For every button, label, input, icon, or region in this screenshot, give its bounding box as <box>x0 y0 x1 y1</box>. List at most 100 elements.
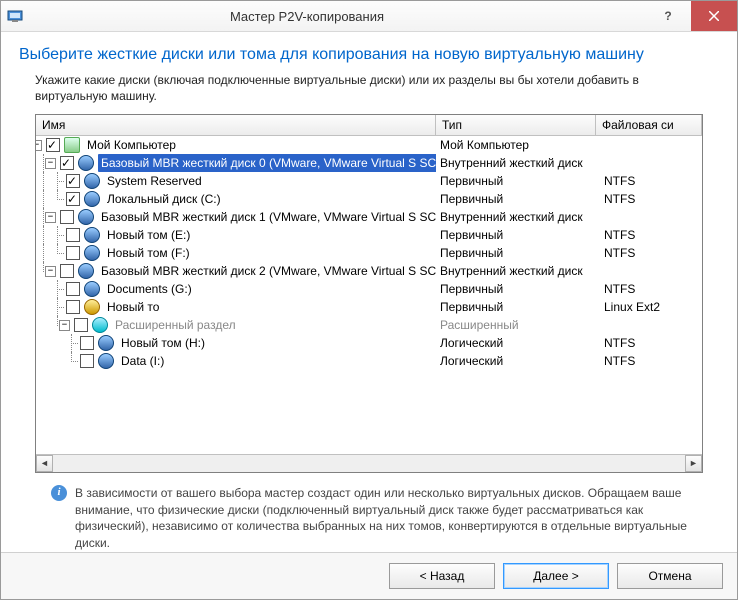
row-checkbox[interactable] <box>74 318 88 332</box>
tree-row[interactable]: −Мой КомпьютерМой Компьютер <box>36 136 702 154</box>
tree-row[interactable]: −Базовый MBR жесткий диск 2 (VMware, VMw… <box>36 262 702 280</box>
tree-connector <box>36 334 50 352</box>
next-button[interactable]: Далее > <box>503 563 609 589</box>
row-filesystem: NTFS <box>600 172 702 190</box>
tree-connector <box>36 316 50 334</box>
row-checkbox[interactable] <box>66 192 80 206</box>
scroll-right-arrow[interactable]: ► <box>685 455 702 472</box>
row-type: Логический <box>436 334 600 352</box>
tree-row[interactable]: Documents (G:) ПервичныйNTFS <box>36 280 702 298</box>
tree-connector <box>64 334 78 352</box>
window-title: Мастер P2V-копирования <box>0 9 645 24</box>
scroll-left-arrow[interactable]: ◄ <box>36 455 53 472</box>
tree-row[interactable]: − Базовый MBR жесткий диск 1 (VMware, VMw… <box>36 208 702 226</box>
row-type: Первичный <box>436 172 600 190</box>
collapse-icon[interactable]: − <box>45 158 56 169</box>
tree-row[interactable]: Новый тоПервичныйLinux Ext2 <box>36 298 702 316</box>
disk-y-icon <box>84 299 100 315</box>
cancel-button[interactable]: Отмена <box>617 563 723 589</box>
back-button[interactable]: < Назад <box>389 563 495 589</box>
close-button[interactable] <box>691 1 737 31</box>
row-checkbox[interactable] <box>66 282 80 296</box>
disk-icon <box>78 263 94 279</box>
row-type: Логический <box>436 352 600 370</box>
tree-row[interactable]: Data (I:)ЛогическийNTFS <box>36 352 702 370</box>
row-label: Documents (G:) <box>104 280 195 298</box>
col-header-name[interactable]: Имя <box>36 115 436 135</box>
row-checkbox[interactable] <box>80 354 94 368</box>
page-heading: Выберите жесткие диски или тома для копи… <box>19 46 719 64</box>
page-subtext: Укажите какие диски (включая подключенны… <box>19 72 719 104</box>
tree-connector <box>36 244 50 262</box>
row-type: Внутренний жесткий диск <box>436 208 600 226</box>
tree-connector <box>36 172 50 190</box>
grid-body[interactable]: −Мой КомпьютерМой Компьютер−Базовый MBR … <box>36 136 702 453</box>
row-label: Новый том (F:) <box>104 244 193 262</box>
collapse-icon[interactable]: − <box>45 266 56 277</box>
tree-connector <box>50 226 64 244</box>
tree-row[interactable]: −Расширенный разделРасширенный <box>36 316 702 334</box>
row-filesystem: NTFS <box>600 280 702 298</box>
info-note: i В зависимости от вашего выбора мастер … <box>35 485 703 552</box>
tree-connector <box>50 334 64 352</box>
row-filesystem: NTFS <box>600 334 702 352</box>
collapse-icon[interactable]: − <box>59 320 70 331</box>
row-type: Первичный <box>436 280 600 298</box>
tree-connector <box>36 280 50 298</box>
help-button[interactable]: ? <box>645 1 691 31</box>
tree-row[interactable]: Локальный диск (C:)ПервичныйNTFS <box>36 190 702 208</box>
row-checkbox[interactable] <box>66 228 80 242</box>
row-type: Первичный <box>436 226 600 244</box>
tree-row[interactable]: Новый том (E:)ПервичныйNTFS <box>36 226 702 244</box>
tree-connector <box>36 226 50 244</box>
disk-icon <box>84 191 100 207</box>
row-checkbox[interactable] <box>66 174 80 188</box>
row-type: Расширенный <box>436 316 600 334</box>
wizard-window: Мастер P2V-копирования ? Выберите жестки… <box>0 0 738 600</box>
disk-icon <box>78 155 94 171</box>
horizontal-scrollbar[interactable]: ◄ ► <box>36 454 702 472</box>
wizard-content: Выберите жесткие диски или тома для копи… <box>1 32 737 552</box>
row-label: Базовый MBR жесткий диск 1 (VMware, VMwa… <box>98 208 436 226</box>
tree-row[interactable]: System Reserved ПервичныйNTFS <box>36 172 702 190</box>
info-icon: i <box>51 485 67 501</box>
disk-icon <box>98 335 114 351</box>
row-checkbox[interactable] <box>80 336 94 350</box>
titlebar: Мастер P2V-копирования ? <box>1 1 737 32</box>
row-label: Мой Компьютер <box>84 136 179 154</box>
row-type: Первичный <box>436 244 600 262</box>
tree-connector <box>36 190 50 208</box>
tree-row[interactable]: − Базовый MBR жесткий диск 0 (VMware, VMw… <box>36 154 702 172</box>
tree-connector <box>64 352 78 370</box>
disk-icon <box>84 245 100 261</box>
tree-row[interactable]: Новый том (F:) ПервичныйNTFS <box>36 244 702 262</box>
row-checkbox[interactable] <box>60 156 74 170</box>
collapse-icon[interactable]: − <box>45 212 56 223</box>
disk-icon <box>84 227 100 243</box>
tree-connector <box>50 298 64 316</box>
row-label: Локальный диск (C:) <box>104 190 224 208</box>
row-filesystem: NTFS <box>600 226 702 244</box>
row-label: Базовый MBR жесткий диск 0 (VMware, VMwa… <box>98 154 436 172</box>
row-checkbox[interactable] <box>60 264 74 278</box>
row-label: System Reserved <box>104 172 205 190</box>
row-checkbox[interactable] <box>66 246 80 260</box>
row-checkbox[interactable] <box>46 138 60 152</box>
row-filesystem: NTFS <box>600 244 702 262</box>
col-header-fs[interactable]: Файловая си <box>596 115 702 135</box>
row-checkbox[interactable] <box>66 300 80 314</box>
disk-icon <box>84 281 100 297</box>
row-type: Внутренний жесткий диск <box>436 262 600 280</box>
tree-connector <box>50 190 64 208</box>
row-checkbox[interactable] <box>60 210 74 224</box>
row-type: Внутренний жесткий диск <box>436 154 600 172</box>
tree-row[interactable]: Новый том (H:)ЛогическийNTFS <box>36 334 702 352</box>
row-filesystem: NTFS <box>600 352 702 370</box>
col-header-type[interactable]: Тип <box>436 115 596 135</box>
tree-connector <box>36 298 50 316</box>
disk-icon <box>84 173 100 189</box>
disk-tree-grid: Имя Тип Файловая си −Мой КомпьютерМой Ко… <box>35 114 703 472</box>
collapse-icon[interactable]: − <box>36 140 42 151</box>
window-buttons: ? <box>645 1 737 31</box>
tree-connector <box>36 352 50 370</box>
